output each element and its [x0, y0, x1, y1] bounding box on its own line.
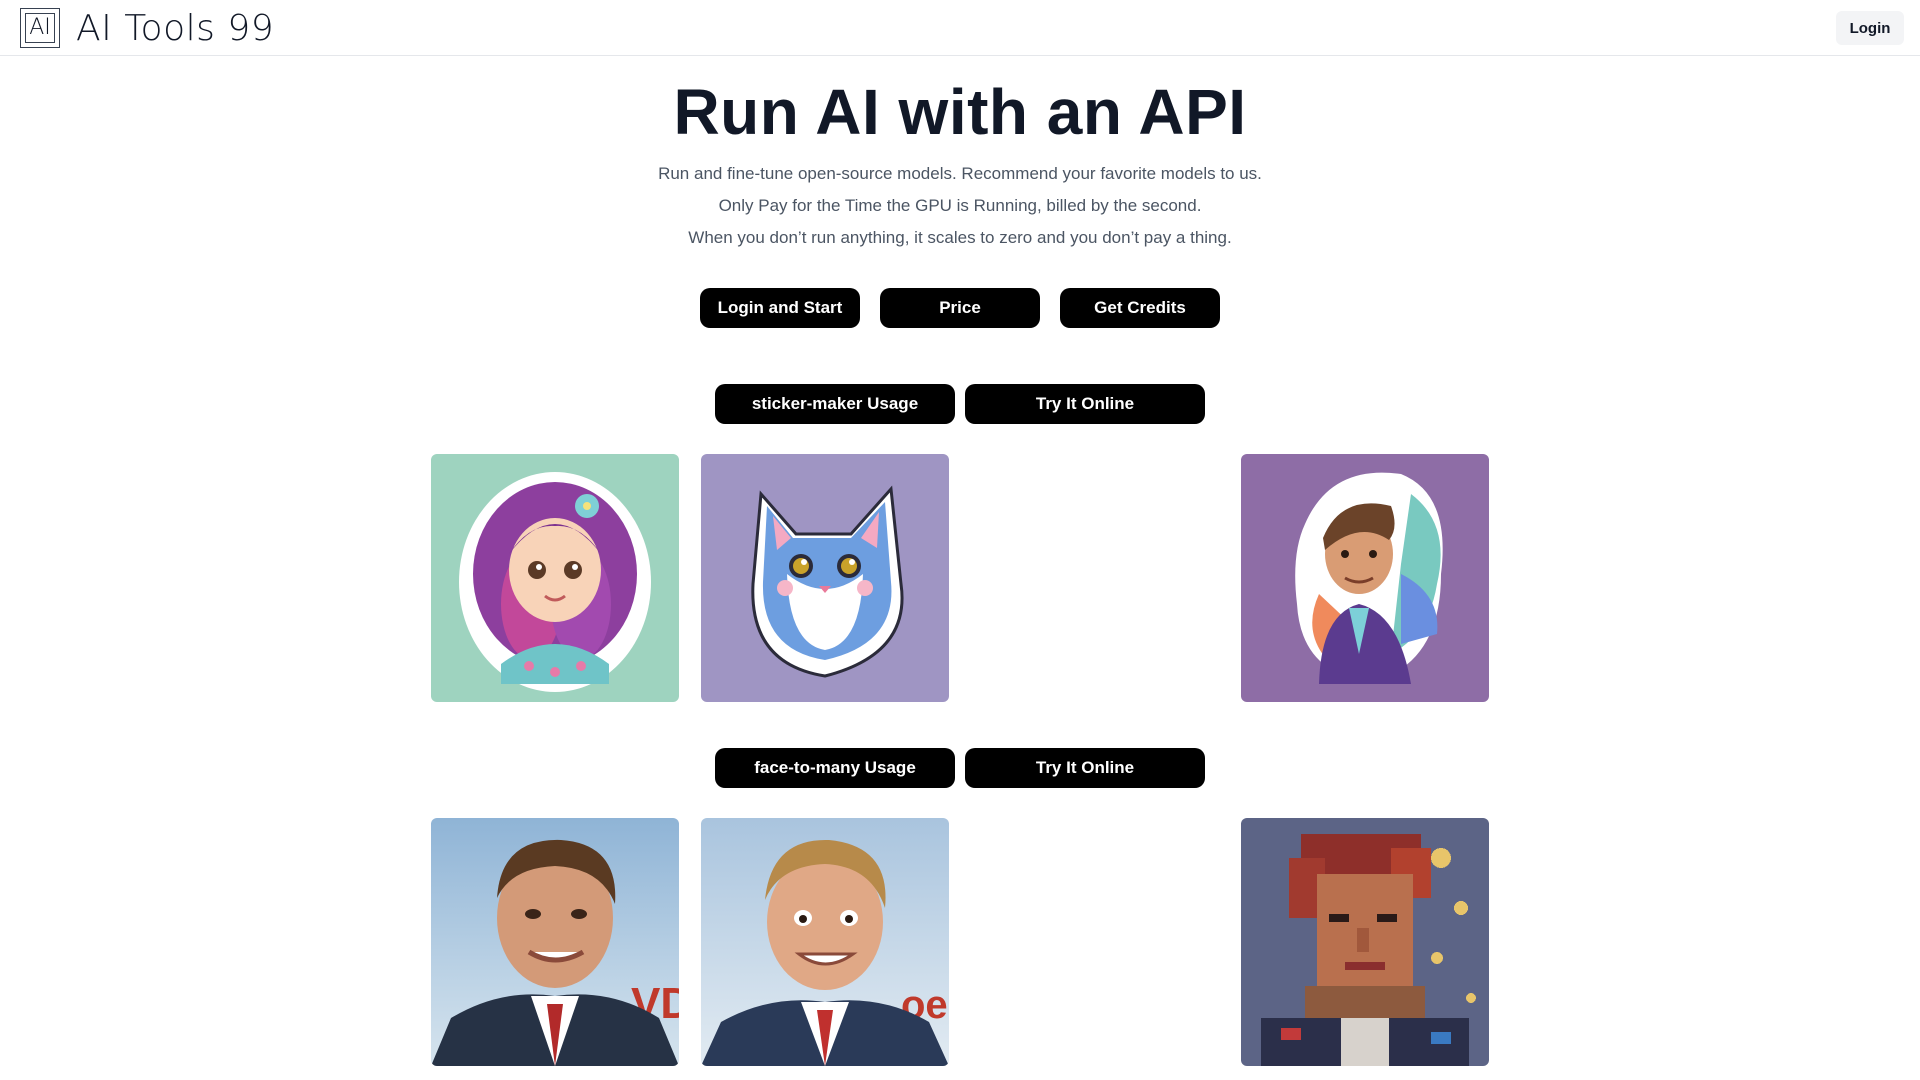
logo-icon: AI — [20, 8, 60, 48]
man-sticker-image — [1241, 454, 1489, 702]
sticker-maker-usage-button[interactable]: sticker-maker Usage — [715, 384, 955, 424]
hero-description: Run and fine-tune open-source models. Re… — [0, 158, 1920, 254]
man-portrait-3d-image: VD — [431, 818, 679, 1066]
hero-line-2: Only Pay for the Time the GPU is Running… — [718, 196, 1202, 215]
get-credits-button[interactable]: Get Credits — [1060, 288, 1220, 328]
brand-name: AI Tools 99 — [76, 7, 275, 49]
girl-sticker-image — [431, 454, 679, 702]
hero-line-1: Run and fine-tune open-source models. Re… — [658, 164, 1262, 183]
cat-sticker-image — [701, 454, 949, 702]
brand-link[interactable]: AI AI Tools 99 — [20, 7, 275, 49]
hero-line-3: When you don’t run anything, it scales t… — [688, 228, 1232, 247]
pixel-art-portrait-image — [1241, 818, 1489, 1066]
login-button[interactable]: Login — [1836, 11, 1904, 45]
face-to-many-usage-button[interactable]: face-to-many Usage — [715, 748, 955, 788]
top-navbar: AI AI Tools 99 Login — [0, 0, 1920, 56]
login-and-start-button[interactable]: Login and Start — [700, 288, 860, 328]
man-portrait-cartoon-image: oe — [701, 818, 949, 1066]
sticker-maker-try-online-button[interactable]: Try It Online — [965, 384, 1205, 424]
face-to-many-try-online-button[interactable]: Try It Online — [965, 748, 1205, 788]
price-button[interactable]: Price — [880, 288, 1040, 328]
page-title: Run AI with an API — [673, 76, 1247, 148]
